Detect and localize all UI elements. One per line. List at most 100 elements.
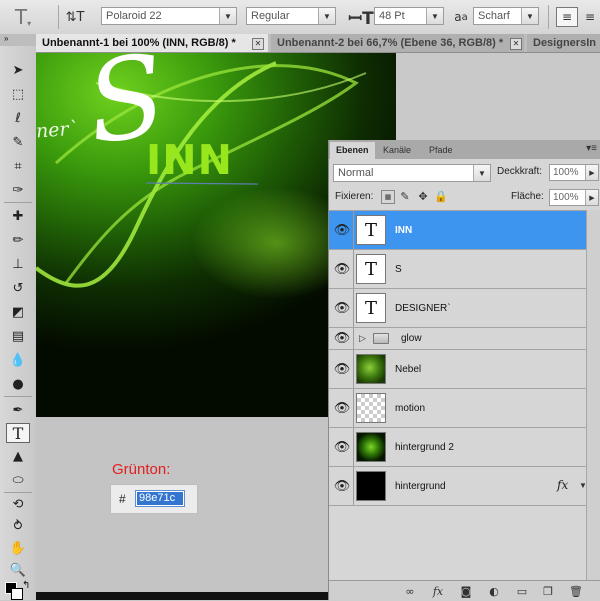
- document-tab-bar: Unbenannt-1 bei 100% (INN, RGB/8) * ✕ Un…: [36, 34, 600, 53]
- blend-mode-select[interactable]: Normal ▼: [333, 164, 491, 182]
- layer-row-glow[interactable]: 👁 ▷ glow: [329, 327, 600, 349]
- quick-select-tool-icon[interactable]: ✎: [6, 132, 30, 152]
- lock-pixels-icon[interactable]: ✎: [399, 190, 411, 203]
- layer-name[interactable]: motion: [395, 403, 425, 414]
- hand-tool-icon[interactable]: ✋: [6, 538, 30, 558]
- font-size-icon: ꟷT: [348, 8, 374, 29]
- mask-icon[interactable]: ◙: [459, 584, 473, 598]
- path-select-tool-icon[interactable]: ▲: [6, 446, 30, 466]
- shape-tool-icon[interactable]: ⬭: [6, 470, 30, 490]
- layer-row-motion[interactable]: 👁 motion: [329, 388, 600, 427]
- tab-document-2[interactable]: Unbenannt-2 bei 66,7% (Ebene 36, RGB/8) …: [271, 34, 524, 52]
- tab-label: Unbenannt-2 bei 66,7% (Ebene 36, RGB/8) …: [277, 37, 504, 49]
- layer-name[interactable]: DESIGNER`: [395, 303, 451, 314]
- designer-text: ner`: [36, 117, 79, 143]
- zoom-tool-icon[interactable]: 🔍: [6, 560, 30, 580]
- layer-name[interactable]: INN: [395, 225, 412, 236]
- fill-label: Fläche:: [511, 191, 544, 202]
- layer-row-s[interactable]: 👁 T S: [329, 249, 600, 288]
- layer-name[interactable]: hintergrund: [395, 481, 446, 492]
- eye-icon[interactable]: 👁: [333, 479, 351, 494]
- layer-row-nebel[interactable]: 👁 Nebel: [329, 349, 600, 388]
- crop-tool-icon[interactable]: ⌗: [6, 156, 30, 176]
- collapse-arrows-icon[interactable]: »: [4, 34, 8, 43]
- link-layers-icon[interactable]: ∞: [403, 584, 417, 598]
- new-layer-icon[interactable]: ❐: [541, 584, 555, 598]
- text-layer-thumbnail: T: [356, 254, 386, 284]
- marquee-tool-icon[interactable]: ⬚: [6, 84, 30, 104]
- swap-colors-icon[interactable]: ↰: [22, 580, 30, 591]
- layer-thumbnail: [356, 354, 386, 384]
- eyedropper-tool-icon[interactable]: ✑: [6, 180, 30, 200]
- font-family-select[interactable]: Polaroid 22 ▼: [101, 7, 237, 25]
- 3d-rotate-tool-icon[interactable]: ⟲: [6, 494, 30, 514]
- layer-row-hintergrund-2[interactable]: 👁 hintergrund 2: [329, 427, 600, 466]
- eye-icon[interactable]: 👁: [333, 440, 351, 455]
- 3d-orbit-tool-icon[interactable]: ⥁: [6, 516, 30, 536]
- healing-brush-tool-icon[interactable]: ✚: [6, 206, 30, 226]
- layer-name[interactable]: hintergrund 2: [395, 442, 454, 453]
- layer-row-inn[interactable]: 👁 T INN: [329, 210, 600, 249]
- layer-name[interactable]: S: [395, 264, 402, 275]
- lasso-tool-icon[interactable]: ℓ: [6, 108, 30, 128]
- layer-name[interactable]: glow: [401, 333, 422, 344]
- expand-arrow-icon[interactable]: ▷: [359, 333, 366, 344]
- lock-all-icon[interactable]: 🔒: [434, 190, 448, 203]
- align-center-icon[interactable]: ≡: [582, 6, 598, 28]
- layer-name[interactable]: Nebel: [395, 364, 421, 375]
- tab-kanaele[interactable]: Kanäle: [377, 142, 417, 159]
- eye-icon[interactable]: 👁: [333, 262, 351, 277]
- chevron-down-icon: ▼: [318, 8, 335, 24]
- layer-row-designer[interactable]: 👁 T DESIGNER`: [329, 288, 600, 327]
- type-tool-icon[interactable]: T: [6, 423, 30, 443]
- hash-symbol: #: [119, 492, 126, 506]
- anti-alias-select[interactable]: Scharf ▼: [473, 7, 539, 25]
- panel-menu-icon[interactable]: ▾≡: [586, 143, 597, 154]
- inn-text[interactable]: INN: [146, 137, 233, 183]
- pen-tool-icon[interactable]: ✒: [6, 400, 30, 420]
- divider: [353, 250, 354, 288]
- close-icon[interactable]: ✕: [252, 38, 264, 50]
- align-left-icon[interactable]: ≡: [556, 7, 578, 27]
- horizontal-scrollbar[interactable]: [36, 592, 328, 600]
- blur-tool-icon[interactable]: 💧: [6, 350, 30, 370]
- close-icon[interactable]: ✕: [510, 38, 522, 50]
- divider: [353, 350, 354, 388]
- fill-field[interactable]: 100% ▶: [549, 189, 599, 206]
- gradient-tool-icon[interactable]: ▤: [6, 326, 30, 346]
- adjustment-layer-icon[interactable]: ◐: [487, 584, 501, 598]
- history-brush-tool-icon[interactable]: ↺: [6, 278, 30, 298]
- blend-mode-value: Normal: [338, 167, 374, 179]
- layer-row-hintergrund[interactable]: 👁 hintergrund fx ▼: [329, 466, 600, 506]
- eye-icon[interactable]: 👁: [333, 301, 351, 316]
- move-tool-icon[interactable]: ➤: [6, 60, 30, 80]
- new-group-icon[interactable]: ▭: [515, 584, 529, 598]
- tab-ebenen[interactable]: Ebenen: [330, 142, 375, 159]
- tab-document-1[interactable]: Unbenannt-1 bei 100% (INN, RGB/8) * ✕: [36, 34, 268, 52]
- trash-icon[interactable]: 🗑: [569, 584, 583, 598]
- opacity-field[interactable]: 100% ▶: [549, 164, 599, 181]
- brush-tool-icon[interactable]: ✏: [6, 230, 30, 250]
- fx-icon[interactable]: fx: [431, 584, 445, 598]
- tab-document-3[interactable]: DesignersIn: [527, 34, 600, 52]
- stamp-tool-icon[interactable]: ⊥: [6, 254, 30, 274]
- lock-position-icon[interactable]: ✥: [417, 190, 429, 203]
- layer-thumbnail: [356, 393, 386, 423]
- text-tool-icon[interactable]: T ▾: [8, 5, 38, 29]
- eye-icon[interactable]: 👁: [333, 401, 351, 416]
- eye-icon[interactable]: 👁: [333, 223, 351, 238]
- hex-input[interactable]: 98e71c: [135, 490, 185, 507]
- eye-icon[interactable]: 👁: [333, 331, 351, 346]
- eye-icon[interactable]: 👁: [333, 362, 351, 377]
- options-bar: T ▾ ⇅T Polaroid 22 ▼ Regular ▼ ꟷT 48 Pt ▼…: [0, 0, 600, 35]
- text-orientation-icon[interactable]: ⇅T: [66, 6, 85, 28]
- eraser-tool-icon[interactable]: ◩: [6, 302, 30, 322]
- dodge-tool-icon[interactable]: ●: [6, 374, 30, 394]
- lock-transparent-icon[interactable]: ▦: [381, 190, 395, 204]
- layers-scrollbar[interactable]: [586, 210, 600, 580]
- font-style-select[interactable]: Regular ▼: [246, 7, 336, 25]
- fx-badge[interactable]: fx: [557, 478, 568, 492]
- tab-pfade[interactable]: Pfade: [423, 142, 459, 159]
- font-size-select[interactable]: 48 Pt ▼: [374, 7, 444, 25]
- divider: [353, 289, 354, 327]
